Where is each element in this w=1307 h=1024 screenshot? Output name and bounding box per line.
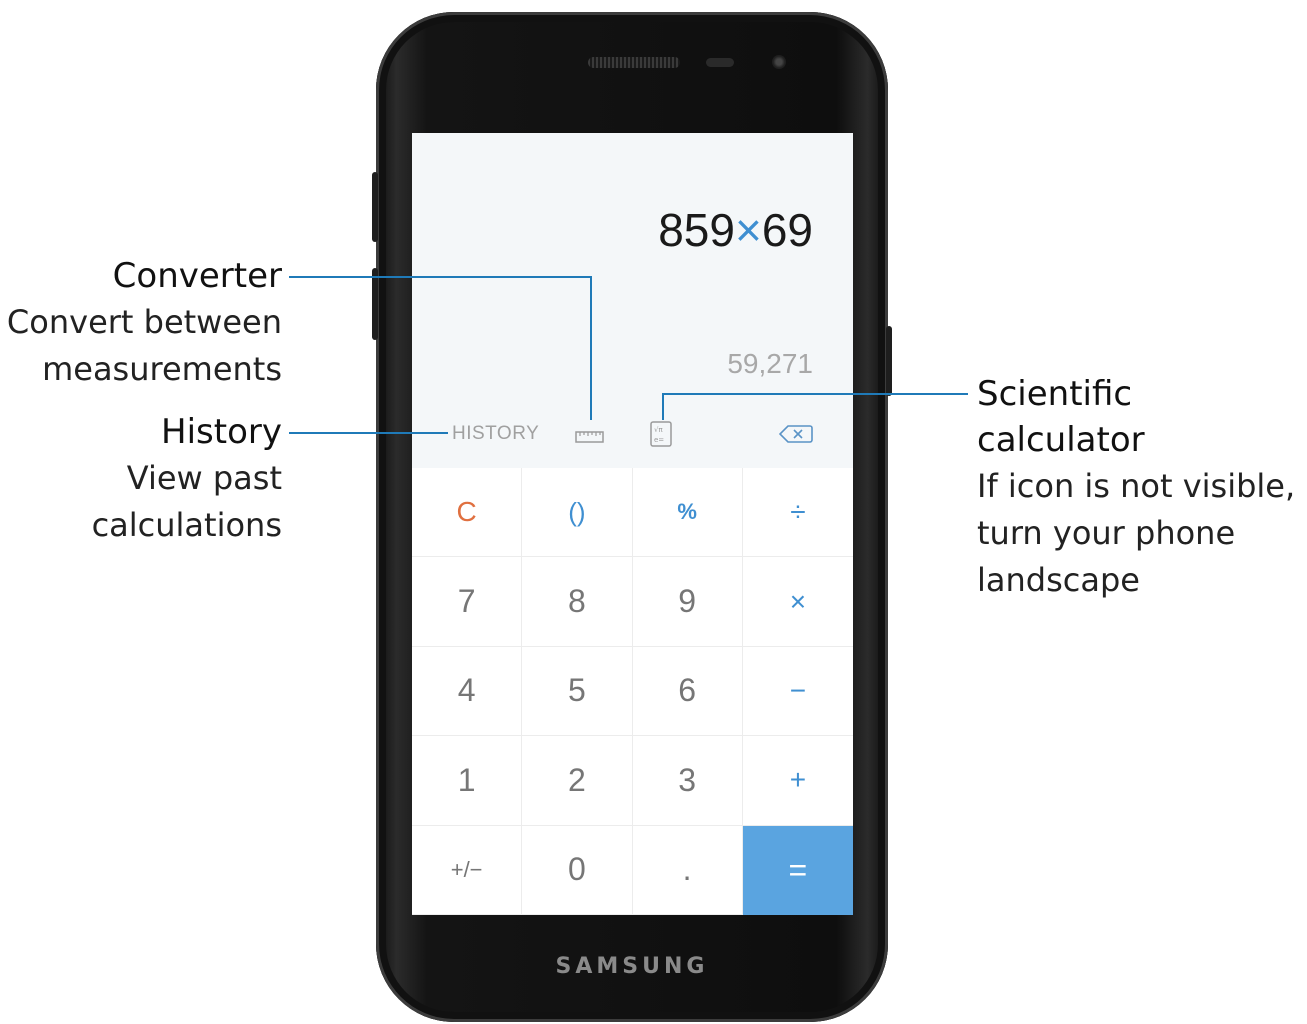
ruler-icon[interactable] xyxy=(575,428,604,447)
expression-operator: × xyxy=(734,204,762,256)
brand-logo: SAMSUNG xyxy=(555,954,709,979)
history-callout: History View past calculations xyxy=(0,409,282,549)
key-percent[interactable]: % xyxy=(632,468,743,558)
key-divide[interactable]: ÷ xyxy=(742,468,853,558)
result-preview: 59,271 xyxy=(727,348,813,379)
svg-text:√π: √π xyxy=(654,426,663,434)
earpiece-speaker xyxy=(588,57,680,68)
backspace-icon[interactable] xyxy=(778,424,813,448)
key-7[interactable]: 7 xyxy=(412,557,523,647)
key-decimal[interactable]: . xyxy=(632,825,743,915)
key-0[interactable]: 0 xyxy=(522,825,633,915)
key-equals[interactable]: = xyxy=(742,825,853,915)
key-1[interactable]: 1 xyxy=(412,736,523,826)
key-8[interactable]: 8 xyxy=(522,557,633,647)
keypad: C () % ÷ 7 8 9 × 4 5 6 − 1 2 3 + +/− 0 .… xyxy=(412,468,853,915)
key-4[interactable]: 4 xyxy=(412,646,523,737)
expression-right: 69 xyxy=(761,204,813,256)
scientific-desc-1: If icon is not visible, xyxy=(977,467,1296,505)
key-parentheses[interactable]: () xyxy=(522,468,633,558)
expression-left: 859 xyxy=(658,204,735,256)
scientific-title: Scientific calculator xyxy=(977,374,1145,460)
proximity-sensor xyxy=(706,58,734,67)
converter-desc-1: Convert between xyxy=(6,303,282,341)
calculator-toolbar: HISTORY √π e= xyxy=(412,415,853,455)
history-desc-2: calculations xyxy=(91,506,282,544)
key-add[interactable]: + xyxy=(742,736,853,826)
converter-desc-2: measurements xyxy=(42,350,282,388)
expression-display: 859×69 xyxy=(658,203,813,257)
history-title: History xyxy=(161,412,282,452)
scientific-callout: Scientific calculator If icon is not vis… xyxy=(977,371,1302,604)
key-3[interactable]: 3 xyxy=(632,736,743,826)
front-camera-icon xyxy=(772,55,786,69)
key-9[interactable]: 9 xyxy=(632,557,743,647)
calculator-screen: 859×69 59,271 HISTORY √π e= C () % ÷ 7 8… xyxy=(412,133,853,915)
svg-text:e=: e= xyxy=(654,436,664,444)
scientific-icon[interactable]: √π e= xyxy=(650,421,672,451)
history-button[interactable]: HISTORY xyxy=(452,423,539,445)
converter-title: Converter xyxy=(112,256,282,296)
key-2[interactable]: 2 xyxy=(522,736,633,826)
key-plus-minus[interactable]: +/− xyxy=(412,825,523,915)
volume-button xyxy=(372,172,378,242)
history-desc-1: View past xyxy=(126,459,282,497)
key-5[interactable]: 5 xyxy=(522,646,633,737)
scientific-desc-2: turn your phone xyxy=(977,514,1236,552)
converter-callout: Converter Convert between measurements xyxy=(0,253,282,393)
scientific-desc-3: landscape xyxy=(977,561,1140,599)
power-button xyxy=(886,326,892,396)
key-subtract[interactable]: − xyxy=(742,647,853,737)
bixby-button xyxy=(372,268,378,340)
key-6[interactable]: 6 xyxy=(632,646,743,737)
key-multiply[interactable]: × xyxy=(742,557,853,647)
key-clear[interactable]: C xyxy=(412,468,523,558)
